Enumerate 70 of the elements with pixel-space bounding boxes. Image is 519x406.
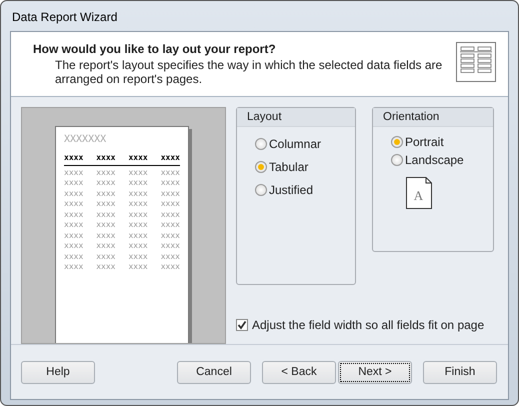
wizard-button[interactable]: Help [21, 360, 95, 384]
preview-field-text: xxxx [64, 199, 84, 210]
preview-field-text: xxxx [64, 220, 84, 230]
preview-field-text: xxxx [64, 168, 84, 178]
preview-header-text: xxxx [128, 153, 148, 164]
preview-field-text: xxxx [96, 178, 116, 188]
preview-field-text: xxxx [160, 178, 180, 188]
preview-field-text: xxxx [160, 262, 180, 272]
wizard-description: The report's layout specifies the way in which the selected data fields are arranged on report's pages. [54, 58, 444, 86]
preview-field-text: xxxx [128, 178, 148, 188]
wizard-button[interactable]: Cancel [177, 360, 251, 384]
radio-button[interactable]: Columnar [255, 137, 355, 151]
wizard-button[interactable]: Finish [423, 360, 497, 384]
table-layout-icon [456, 42, 496, 82]
wizard-heading: How would you like to lay out your report? [33, 42, 277, 56]
preview-field-text: xxxx [96, 252, 116, 262]
wizard-button[interactable]: < Back [262, 360, 336, 384]
radio-circle[interactable] [391, 136, 403, 148]
radio-button[interactable]: Portrait [391, 135, 493, 149]
preview-field-text: xxxx [64, 230, 84, 241]
preview-header-text: xxxx [160, 153, 180, 164]
radio-circle[interactable] [255, 184, 267, 196]
preview-field-text: xxxx [128, 210, 148, 220]
check-icon [237, 320, 247, 330]
preview-field-text: xxxx [160, 210, 180, 220]
preview-field-text: xxxx [96, 220, 116, 230]
group-title: Orientation [373, 108, 493, 127]
adjust-width-checkbox[interactable]: Adjust the field width so all fields fit on page [236, 318, 498, 332]
preview-field-text: xxxx [160, 188, 180, 199]
preview-field-text: xxxx [96, 262, 116, 272]
preview-field-text: xxxx [64, 241, 84, 252]
radio-button[interactable]: Tabular [255, 160, 355, 174]
preview-header-text: xxxx [64, 153, 84, 164]
page-letter: A [414, 188, 424, 203]
radio-button[interactable]: Justified [255, 183, 355, 197]
preview-field-text: xxxx [96, 188, 116, 199]
preview-field-text: xxxx [96, 210, 116, 220]
preview-field-text: xxxx [160, 168, 180, 178]
preview-field-text: xxxx [64, 188, 84, 199]
preview-field-text: xxxx [128, 262, 148, 272]
preview-field-text: xxxx [128, 199, 148, 210]
preview-title: XXXXXXX [64, 134, 108, 145]
preview-field-text: xxxx [160, 230, 180, 241]
window-title: Data Report Wizard [11, 9, 118, 26]
checkbox-box[interactable] [236, 319, 248, 331]
preview-header-text: xxxx [96, 153, 116, 164]
wizard-button[interactable]: Next > [338, 360, 412, 384]
preview-field-text: xxxx [96, 199, 116, 210]
preview-field-text: xxxx [96, 241, 116, 252]
preview-field-text: xxxx [128, 241, 148, 252]
preview-field-text: xxxx [96, 230, 116, 241]
radio-button[interactable]: Landscape [391, 153, 493, 167]
preview-field-text: xxxx [128, 230, 148, 241]
preview-field-text: xxxx [160, 241, 180, 252]
preview-field-text: xxxx [64, 252, 84, 262]
preview-field-text: xxxx [160, 220, 180, 230]
preview-field-text: xxxx [96, 168, 116, 178]
preview-field-text: xxxx [160, 252, 180, 262]
radio-circle[interactable] [255, 138, 267, 150]
preview-field-text: xxxx [64, 210, 84, 220]
preview-field-text: xxxx [64, 262, 84, 272]
radio-circle[interactable] [391, 154, 403, 166]
preview-field-text: xxxx [160, 199, 180, 210]
preview-field-text: xxxx [64, 178, 84, 188]
preview-field-text: xxxx [128, 168, 148, 178]
preview-field-text: xxxx [128, 220, 148, 230]
radio-circle[interactable] [255, 161, 267, 173]
preview-field-text: xxxx [128, 188, 148, 199]
group-title: Layout [237, 108, 355, 127]
preview-field-text: xxxx [128, 252, 148, 262]
